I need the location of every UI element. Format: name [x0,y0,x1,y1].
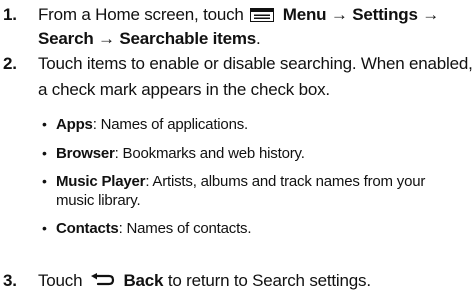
bullet-term: Contacts [56,220,119,237]
back-label: Back [123,271,164,290]
arrow: → [330,5,348,24]
bullet-term: Browser [56,145,115,162]
period: . [256,29,261,48]
step-3: 3. Touch Back to return to Search settin… [0,270,473,292]
step-number: 3. [3,271,17,290]
step-text: Touch [38,271,83,290]
bullet-desc: : Names of applications. [92,116,248,133]
step-text: From a Home screen, touch [38,5,244,24]
bullet-icon: • [42,116,47,132]
arrow: → [422,5,440,24]
step-2: 2. Touch items to enable or disable sear… [0,53,473,237]
searchable-items-label: Searchable items [119,29,257,48]
step-2-line-2: a check mark appears in the check box. [38,79,330,101]
bullet-icon: • [42,173,47,189]
step-number: 1. [3,5,17,24]
step-number: 2. [3,54,17,73]
search-label: Search [38,29,94,48]
bullet-term: Apps [56,116,93,133]
step-text: a check mark appears in the check box. [38,80,330,99]
back-arrow-icon [89,273,115,287]
bullet-icon: • [42,220,47,236]
step-text: to return to Search settings. [167,271,371,290]
bullet-desc: : Names of contacts. [118,220,252,237]
bullet-icon: • [42,145,47,161]
menu-label: Menu [282,5,327,24]
menu-icon [250,7,275,22]
step-1: 1. From a Home screen, touch Menu → Sett… [0,4,473,50]
bullet-term: Music Player [56,173,146,190]
settings-label: Settings [352,5,418,24]
step-2-line-1: Touch items to enable or disable searchi… [38,53,473,75]
step-text: Touch items to enable or disable searchi… [38,54,473,73]
bullet-desc: : Bookmarks and web history. [114,145,305,162]
step-3-line-1: Touch Back to return to Search settings. [38,270,371,292]
step-1-line-1: From a Home screen, touch Menu → Setting… [38,4,439,26]
step-1-line-2: Search → Searchable items. [38,28,261,50]
arrow: → [98,29,115,48]
